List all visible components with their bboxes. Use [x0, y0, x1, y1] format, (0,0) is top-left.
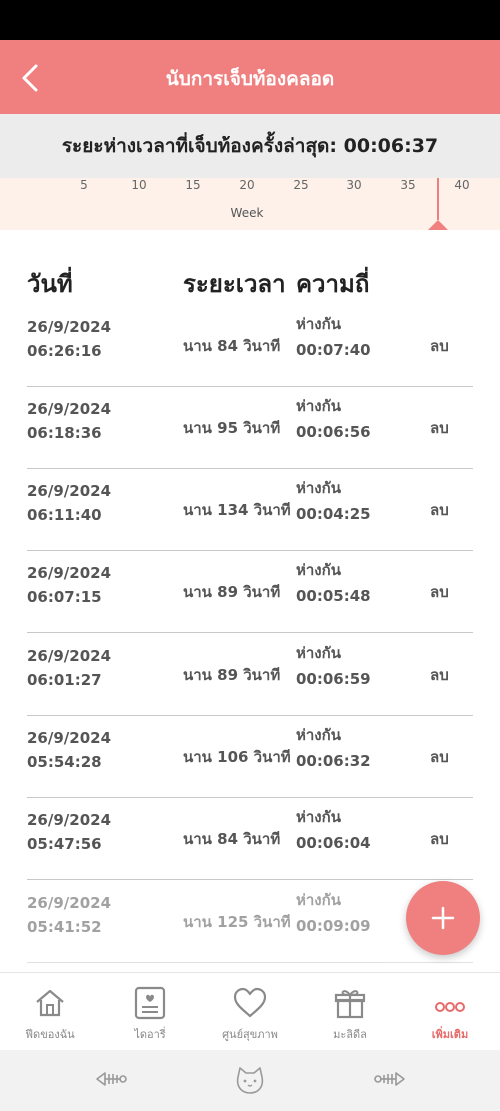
week-tick: 5 [80, 178, 88, 192]
nav-label-feed: ฟีดของฉัน [25, 1028, 75, 1041]
row-frequency-value: 00:06:32 [296, 752, 371, 770]
current-week-marker [437, 178, 439, 220]
row-frequency-label: ห่างกัน [296, 479, 341, 497]
row-time: 06:01:27 [27, 671, 102, 689]
delete-button[interactable]: ลบ [430, 387, 449, 469]
page-title: นับการเจ็บท้องคลอด [165, 68, 335, 90]
row-frequency-value: 00:06:04 [296, 834, 371, 852]
delete-button[interactable]: ลบ [430, 716, 449, 798]
more-icon [435, 1002, 465, 1012]
row-time: 05:41:52 [27, 918, 102, 936]
app-header: นับการเจ็บท้องคลอด [0, 40, 500, 114]
table-row: 26/9/2024 05:47:56 นาน 84 วินาที ห่างกัน 0… [27, 798, 473, 880]
date-column-header: วันที่ [27, 270, 73, 298]
last-interval-label: ระยะห่างเวลาที่เจ็บท้องครั้งล่าสุด: [61, 135, 337, 157]
nav-item-deals[interactable]: มะลิดีล [300, 973, 400, 1051]
add-contraction-button[interactable] [406, 881, 480, 955]
fish-bone-icon[interactable] [93, 1065, 129, 1093]
row-duration: นาน 84 วินาที [183, 830, 281, 848]
week-axis: 5 10 15 20 25 30 35 40 Week [0, 178, 500, 230]
week-tick: 40 [454, 178, 470, 192]
row-date: 26/9/2024 [27, 318, 112, 336]
row-frequency-label: ห่างกัน [296, 644, 341, 662]
row-date: 26/9/2024 [27, 564, 112, 582]
row-frequency-value: 00:07:40 [296, 341, 371, 359]
frequency-column-header: ความถี่ [296, 270, 370, 298]
nav-item-diary[interactable]: ไดอารี่ [100, 973, 200, 1051]
week-tick: 30 [346, 178, 362, 192]
row-duration: นาน 89 วินาที [183, 583, 281, 601]
week-axis-label: Week [230, 206, 264, 220]
row-duration: นาน 134 วินาที [183, 501, 291, 519]
nav-item-more[interactable]: เพิ่มเติม [400, 973, 500, 1051]
fish-bone-icon[interactable] [372, 1065, 408, 1093]
row-frequency-value: 00:05:48 [296, 587, 371, 605]
row-time: 05:54:28 [27, 753, 102, 771]
diary-icon [134, 986, 166, 1020]
delete-button[interactable]: ลบ [430, 305, 449, 387]
row-frequency-label: ห่างกัน [296, 726, 341, 744]
system-nav-bar [0, 1050, 500, 1111]
row-time: 06:26:16 [27, 342, 102, 360]
delete-button[interactable]: ลบ [430, 469, 449, 551]
row-frequency-label: ห่างกัน [296, 891, 341, 909]
row-frequency-label: ห่างกัน [296, 561, 341, 579]
table-row: 26/9/2024 05:54:28 นาน 106 วินาที ห่างกัน… [27, 716, 473, 798]
row-date: 26/9/2024 [27, 894, 112, 912]
current-week-pointer [428, 220, 448, 230]
status-bar [0, 0, 500, 40]
row-time: 06:11:40 [27, 506, 102, 524]
table-row: 26/9/2024 06:26:16 นาน 84 วินาที ห่างกัน 0… [27, 305, 473, 387]
row-time: 05:47:56 [27, 835, 102, 853]
week-tick: 25 [293, 178, 309, 192]
row-time: 06:18:36 [27, 424, 102, 442]
row-date: 26/9/2024 [27, 811, 112, 829]
row-date: 26/9/2024 [27, 482, 112, 500]
nav-label-health-center: ศูนย์สุขภาพ [222, 1028, 278, 1041]
row-duration: นาน 125 วินาที [183, 913, 291, 931]
nav-label-diary: ไดอารี่ [134, 1028, 166, 1041]
week-tick: 15 [185, 178, 201, 192]
table-row: 26/9/2024 06:11:40 นาน 134 วินาที ห่างกัน… [27, 469, 473, 551]
last-interval-banner: ระยะห่างเวลาที่เจ็บท้องครั้งล่าสุด: 00:0… [0, 114, 500, 178]
heart-icon [233, 987, 267, 1018]
last-interval-value: 00:06:37 [343, 135, 439, 157]
row-frequency-label: ห่างกัน [296, 808, 341, 826]
nav-label-more: เพิ่มเติม [431, 1028, 469, 1041]
week-tick: 35 [400, 178, 416, 192]
week-tick: 10 [131, 178, 147, 192]
nav-item-feed[interactable]: ฟีดของฉัน [0, 973, 100, 1051]
plus-icon [431, 906, 455, 930]
table-row: 26/9/2024 06:01:27 นาน 89 วินาที ห่างกัน 0… [27, 634, 473, 716]
row-frequency-label: ห่างกัน [296, 315, 341, 333]
nav-label-deals: มะลิดีล [333, 1028, 367, 1041]
bottom-nav: ฟีดของฉัน ไดอารี่ ศูนย์สุขภาพ มะลิดีล เพ… [0, 972, 500, 1050]
row-date: 26/9/2024 [27, 400, 112, 418]
row-frequency-value: 00:04:25 [296, 505, 371, 523]
table-row: 26/9/2024 06:18:36 นาน 95 วินาที ห่างกัน 0… [27, 387, 473, 469]
row-frequency-value: 00:06:56 [296, 423, 371, 441]
week-tick: 20 [239, 178, 255, 192]
row-duration: นาน 89 วินาที [183, 666, 281, 684]
row-frequency-value: 00:06:59 [296, 670, 371, 688]
row-frequency-value: 00:09:09 [296, 917, 371, 935]
row-duration: นาน 84 วินาที [183, 337, 281, 355]
duration-column-header: ระยะเวลา [183, 270, 286, 298]
delete-button[interactable]: ลบ [430, 798, 449, 880]
nav-item-health-center[interactable]: ศูนย์สุขภาพ [200, 973, 300, 1051]
gift-icon [334, 990, 366, 1019]
home-icon [36, 989, 64, 1017]
cat-icon[interactable] [234, 1065, 266, 1095]
table-row: 26/9/2024 06:07:15 นาน 89 วินาที ห่างกัน 0… [27, 551, 473, 633]
row-frequency-label: ห่างกัน [296, 397, 341, 415]
delete-button[interactable]: ลบ [430, 551, 449, 633]
row-date: 26/9/2024 [27, 729, 112, 747]
row-time: 06:07:15 [27, 588, 102, 606]
row-date: 26/9/2024 [27, 647, 112, 665]
row-duration: นาน 95 วินาที [183, 419, 281, 437]
row-duration: นาน 106 วินาที [183, 748, 291, 766]
delete-button[interactable]: ลบ [430, 634, 449, 716]
